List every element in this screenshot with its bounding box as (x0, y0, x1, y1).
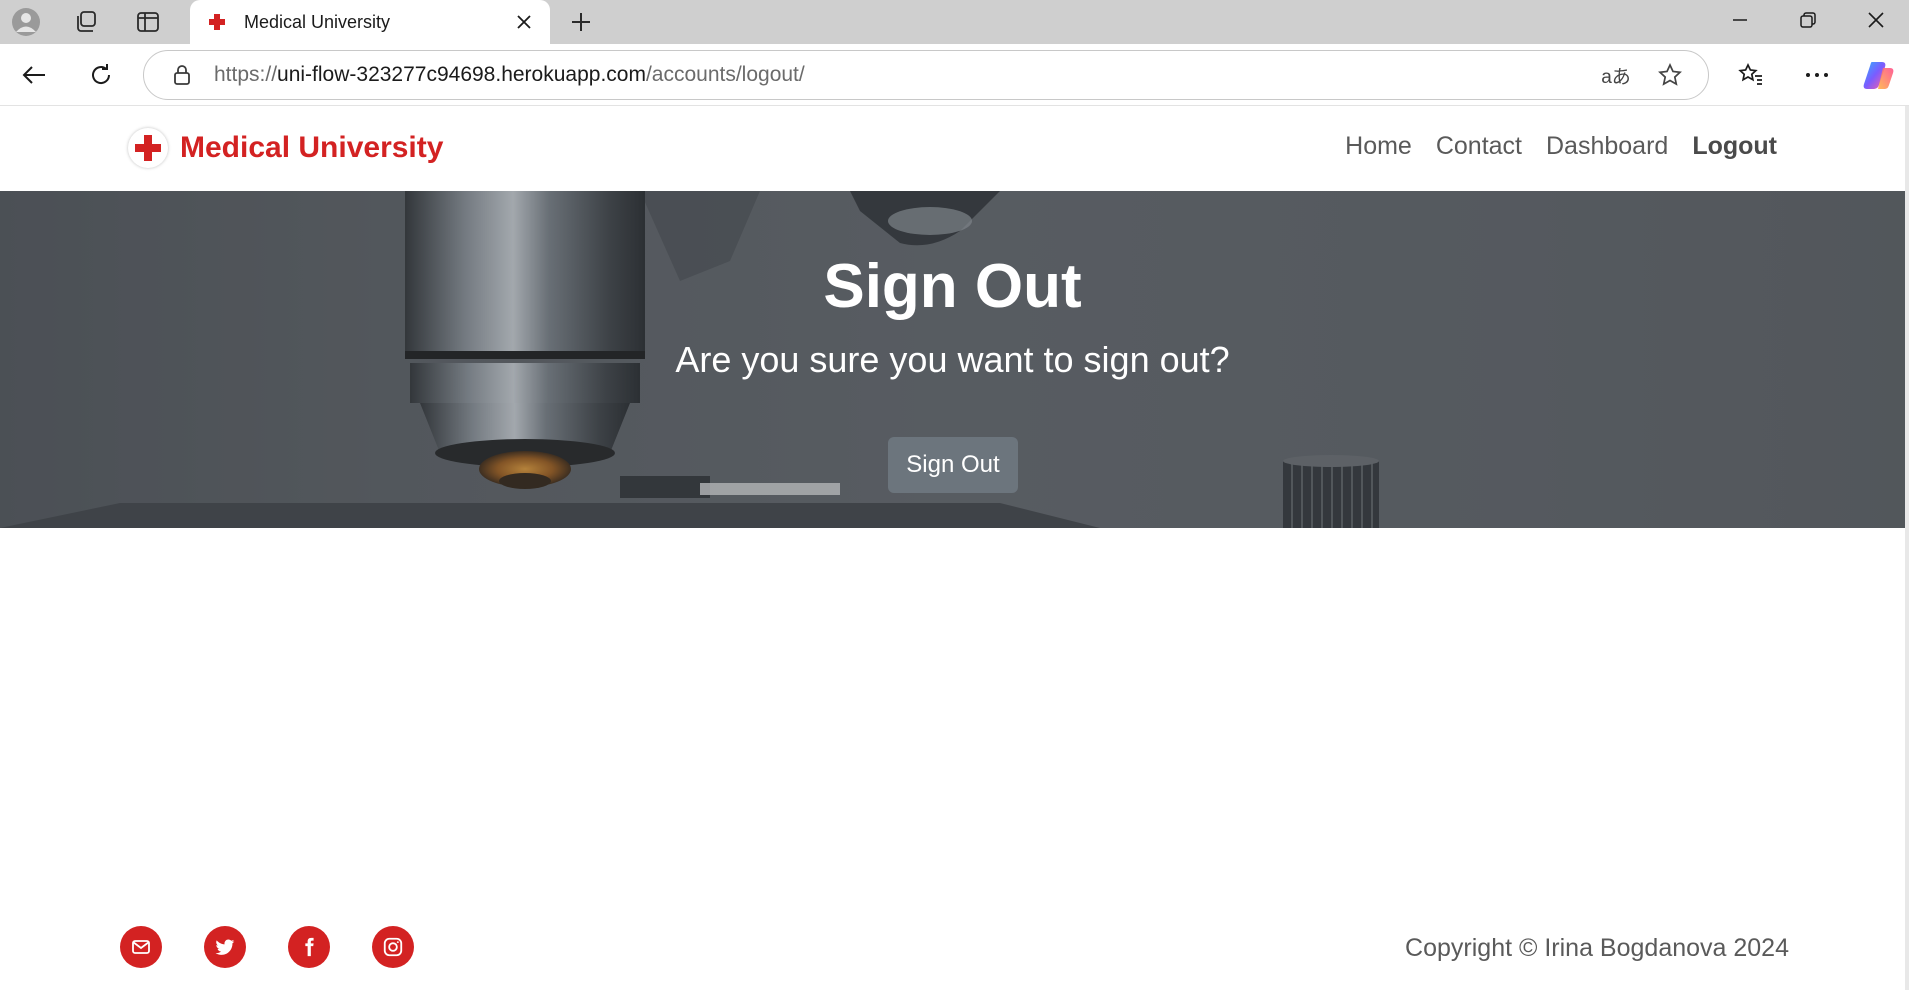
page-scrollbar[interactable] (1905, 106, 1909, 990)
url-scheme: https:// (214, 63, 278, 86)
workspaces-icon[interactable] (66, 4, 106, 40)
refresh-icon[interactable] (81, 55, 121, 95)
nav-logout-link[interactable]: Logout (1692, 132, 1777, 161)
browser-tab-bar: Medical University (0, 0, 1909, 44)
site-navbar: Medical University Home Contact Dashboar… (0, 106, 1905, 191)
restore-icon[interactable] (1774, 0, 1842, 40)
red-cross-favicon-icon (206, 11, 228, 33)
copilot-icon[interactable] (1859, 55, 1899, 95)
tab-title: Medical University (244, 11, 391, 32)
read-aloud-icon[interactable]: aあ (1598, 57, 1634, 93)
hero-banner: Sign Out Are you sure you want to sign o… (0, 191, 1905, 528)
twitter-icon[interactable] (204, 926, 246, 968)
close-tab-icon[interactable] (506, 4, 542, 40)
nav-contact-link[interactable]: Contact (1436, 132, 1522, 161)
url-text[interactable]: https://uni-flow-323277c94698.herokuapp.… (214, 63, 1598, 87)
nav-links: Home Contact Dashboard Logout (1345, 132, 1777, 161)
red-cross-logo-icon (128, 128, 168, 168)
favorites-icon[interactable] (1731, 55, 1771, 95)
social-links (120, 926, 414, 968)
facebook-icon[interactable] (288, 926, 330, 968)
back-arrow-icon[interactable] (14, 55, 54, 95)
copyright-text: Copyright © Irina Bogdanova 2024 (1405, 934, 1789, 962)
page-viewport: Medical University Home Contact Dashboar… (0, 106, 1905, 990)
vertical-tabs-icon[interactable] (128, 4, 168, 40)
minimize-icon[interactable] (1706, 0, 1774, 40)
site-footer: Copyright © Irina Bogdanova 2024 (0, 926, 1905, 990)
email-icon[interactable] (120, 926, 162, 968)
nav-home-link[interactable]: Home (1345, 132, 1412, 161)
url-host: uni-flow-323277c94698.herokuapp.com (277, 63, 646, 86)
brand-link[interactable]: Medical University (128, 126, 443, 170)
more-options-icon[interactable] (1797, 55, 1837, 95)
instagram-icon[interactable] (372, 926, 414, 968)
url-path: /accounts/logout/ (645, 63, 805, 86)
nav-dashboard-link[interactable]: Dashboard (1546, 132, 1668, 161)
profile-icon[interactable] (6, 4, 46, 40)
sign-out-button[interactable]: Sign Out (888, 437, 1018, 493)
lock-icon[interactable] (164, 57, 200, 93)
active-tab[interactable]: Medical University (190, 0, 550, 44)
new-tab-icon[interactable] (563, 4, 599, 40)
hero-subtitle: Are you sure you want to sign out? (675, 339, 1230, 380)
hero-title: Sign Out (823, 252, 1082, 321)
brand-name: Medical University (180, 131, 444, 164)
address-bar[interactable]: https://uni-flow-323277c94698.herokuapp.… (143, 50, 1709, 100)
browser-toolbar: https://uni-flow-323277c94698.herokuapp.… (0, 44, 1909, 106)
close-window-icon[interactable] (1842, 0, 1909, 40)
favorite-star-icon[interactable] (1652, 57, 1688, 93)
